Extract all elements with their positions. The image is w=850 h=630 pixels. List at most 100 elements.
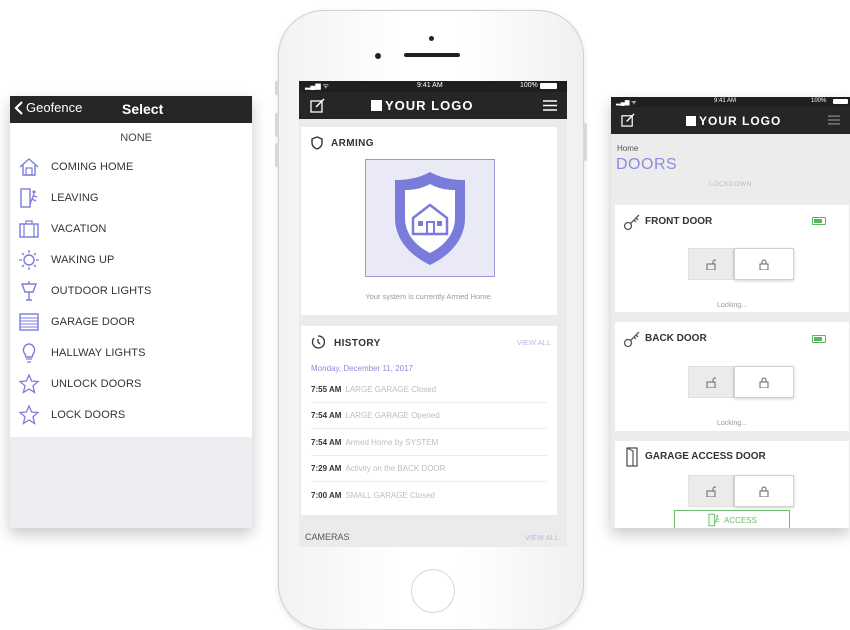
event-time: 7:54 AM — [311, 411, 342, 420]
door-card-front: FRONT DOOR Locking... — [615, 205, 849, 312]
logo-text: YOUR LOGO — [699, 114, 782, 128]
exit-door-icon — [708, 513, 720, 527]
home-button[interactable] — [411, 569, 455, 613]
history-view-all-link[interactable]: VIEW ALL — [517, 338, 551, 347]
cameras-view-all-link[interactable]: VIEW ALL — [525, 533, 559, 542]
battery-icon — [833, 99, 848, 104]
sensor-dot — [375, 53, 381, 59]
star-icon — [18, 372, 40, 394]
option-label: WAKING UP — [51, 253, 115, 266]
event-time: 7:29 AM — [311, 464, 342, 473]
speaker-grille — [404, 53, 460, 57]
volume-down-button — [275, 143, 279, 167]
camera-dot — [429, 36, 434, 41]
option-garage-door[interactable]: GARAGE DOOR — [10, 306, 252, 337]
battery-status-icon — [812, 217, 826, 225]
door-card-back: BACK DOOR Locking... — [615, 322, 849, 431]
history-row: 7:54 AM LARGE GARAGE Opened — [311, 411, 440, 420]
option-unlock-doors[interactable]: UNLOCK DOORS — [10, 368, 252, 399]
menu-icon[interactable] — [828, 115, 840, 125]
event-text: LARGE GARAGE Closed — [345, 385, 437, 394]
row-divider — [311, 455, 547, 456]
battery-icon — [540, 83, 557, 89]
unlock-icon — [706, 486, 716, 497]
geofence-select-screen: Geofence Select NONE COMING HOME LEAVING… — [10, 96, 252, 528]
arming-status-button[interactable] — [365, 159, 495, 277]
option-vacation[interactable]: VACATION — [10, 213, 252, 244]
unlock-icon — [706, 259, 716, 270]
empty-area — [10, 437, 252, 528]
lock-control — [688, 366, 794, 398]
lock-control — [688, 475, 794, 507]
row-divider — [311, 428, 547, 429]
option-leaving[interactable]: LEAVING — [10, 182, 252, 213]
breadcrumb[interactable]: Home — [617, 144, 638, 153]
unlock-button[interactable] — [688, 248, 734, 280]
signal-icon: ▂▄▆ ᯤ — [305, 83, 330, 90]
bulb-icon — [22, 342, 36, 363]
option-label: UNLOCK DOORS — [51, 377, 142, 390]
app-nav-bar: YOUR LOGO — [299, 92, 567, 119]
lock-button[interactable] — [734, 475, 794, 507]
unlock-icon — [706, 377, 716, 388]
unlock-button[interactable] — [688, 366, 734, 398]
edit-icon[interactable] — [621, 113, 636, 127]
option-label: HALLWAY LIGHTS — [51, 346, 146, 359]
door-name: BACK DOOR — [645, 333, 707, 344]
logo: YOUR LOGO — [371, 98, 473, 113]
option-waking-up[interactable]: WAKING UP — [10, 244, 252, 275]
option-coming-home[interactable]: COMING HOME — [10, 151, 252, 182]
row-divider — [311, 481, 547, 482]
lockdown-button[interactable]: LOCKDOWN — [611, 181, 850, 188]
history-card: HISTORY VIEW ALL Monday, December 11, 20… — [301, 326, 557, 515]
option-label: LOCK DOORS — [51, 408, 126, 421]
lock-button[interactable] — [734, 248, 794, 280]
battery-percent: 100% — [811, 98, 827, 104]
event-text: Activity on the BACK DOOR — [345, 464, 446, 473]
lock-icon — [759, 377, 769, 388]
event-text: LARGE GARAGE Opened — [345, 411, 440, 420]
armed-home-shield-icon — [395, 172, 465, 265]
back-label: Geofence — [26, 100, 83, 115]
option-none[interactable]: NONE — [10, 123, 252, 151]
arming-status-text: Your system is currently Armed Home. — [365, 292, 493, 301]
cameras-section-header: CAMERAS VIEW ALL — [299, 525, 567, 547]
doors-screen: ▂▄▆ ᯤ 9:41 AM 100% YOUR LOGO Home DOORS … — [611, 97, 850, 528]
nav-title: Select — [122, 101, 164, 117]
history-row: 7:29 AM Activity on the BACK DOOR — [311, 464, 445, 473]
chevron-left-icon — [14, 100, 23, 115]
lock-icon — [759, 259, 769, 270]
key-icon — [623, 214, 640, 231]
volume-up-button — [275, 113, 279, 137]
unlock-button[interactable] — [688, 475, 734, 507]
event-time: 7:55 AM — [311, 385, 342, 394]
mute-switch — [275, 81, 279, 95]
power-button — [583, 123, 587, 161]
star-icon — [18, 403, 40, 425]
logo-square-icon — [686, 116, 696, 126]
logo: YOUR LOGO — [686, 114, 781, 128]
history-icon — [311, 335, 325, 349]
status-time: 9:41 AM — [417, 82, 443, 89]
suitcase-icon — [19, 219, 39, 238]
shield-icon — [311, 136, 323, 150]
lock-control — [688, 248, 794, 280]
access-button[interactable]: ACCESS — [674, 510, 790, 528]
door-card-garage-access: GARAGE ACCESS DOOR ACCESS — [615, 441, 849, 528]
history-title: HISTORY — [334, 338, 381, 349]
back-button[interactable]: Geofence — [14, 100, 82, 115]
lock-button[interactable] — [734, 366, 794, 398]
app-nav-bar: YOUR LOGO — [611, 107, 850, 134]
logo-square-icon — [371, 100, 382, 111]
option-outdoor-lights[interactable]: OUTDOOR LIGHTS — [10, 275, 252, 306]
edit-icon[interactable] — [310, 98, 326, 113]
door-name: GARAGE ACCESS DOOR — [645, 451, 766, 462]
signal-icon: ▂▄▆ ᯤ — [616, 100, 637, 106]
option-hallway-lights[interactable]: HALLWAY LIGHTS — [10, 337, 252, 368]
event-text: Armed Home by SYSTEM — [345, 438, 439, 447]
event-time: 7:54 AM — [311, 438, 342, 447]
history-row: 7:54 AM Armed Home by SYSTEM — [311, 438, 438, 447]
option-lock-doors[interactable]: LOCK DOORS — [10, 399, 252, 430]
menu-icon[interactable] — [543, 100, 557, 111]
outdoor-lamp-icon — [20, 280, 38, 301]
